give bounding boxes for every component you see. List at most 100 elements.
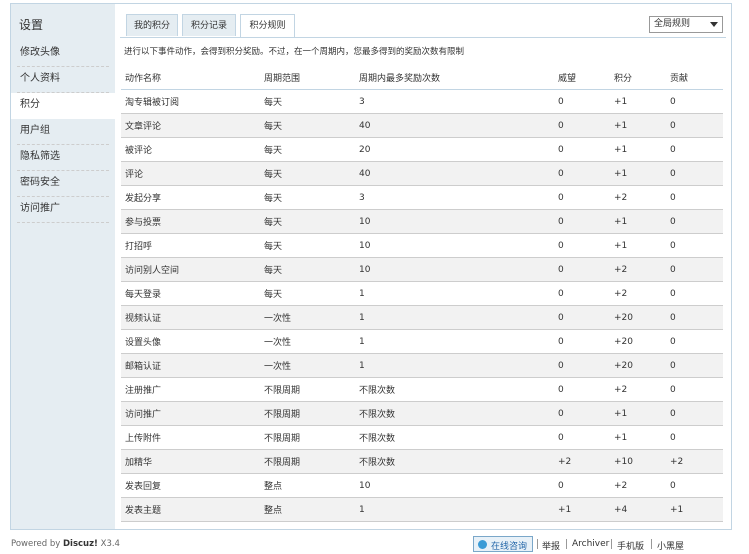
table-cell: 1 — [355, 281, 554, 306]
table-cell: 0 — [666, 281, 723, 306]
table-cell: 10 — [355, 257, 554, 282]
table-cell: 不限周期 — [260, 425, 355, 450]
table-cell: 每天登录 — [121, 281, 260, 306]
tab-my-credits[interactable]: 我的积分 — [126, 14, 178, 36]
sidebar-item[interactable]: 用户组 — [11, 119, 115, 145]
table-cell: 0 — [554, 425, 610, 450]
table-cell: +1 — [610, 89, 666, 114]
sidebar-item[interactable]: 密码安全 — [11, 171, 115, 197]
table-cell: 1 — [355, 353, 554, 378]
column-header: 周期内最多奖励次数 — [355, 65, 554, 90]
table-cell: +20 — [610, 329, 666, 354]
table-cell: +1 — [610, 401, 666, 426]
table-cell: 0 — [666, 257, 723, 282]
table-cell: 40 — [355, 161, 554, 186]
rule-scope-select[interactable]: 全局规则 — [649, 16, 723, 33]
chevron-down-icon — [710, 22, 718, 27]
table-cell: +2 — [554, 449, 610, 474]
table-cell: 0 — [554, 89, 610, 114]
table-row: 参与投票 每天 10 0 +1 0 — [121, 209, 723, 234]
archiver-link[interactable]: Archiver — [572, 539, 609, 549]
table-row: 注册推广 不限周期 不限次数 0 +2 0 — [121, 377, 723, 402]
table-cell: +1 — [610, 233, 666, 258]
table-row: 视频认证 一次性 1 0 +20 0 — [121, 305, 723, 330]
table-cell: 不限次数 — [355, 449, 554, 474]
table-cell: 10 — [355, 473, 554, 498]
table-cell: +1 — [554, 497, 610, 522]
table-cell: 评论 — [121, 161, 260, 186]
table-cell: +10 — [610, 449, 666, 474]
powered-prefix: Powered by — [11, 539, 63, 549]
table-cell: 0 — [554, 377, 610, 402]
table-cell: 40 — [355, 113, 554, 138]
table-cell: 0 — [554, 209, 610, 234]
table-row: 评论 每天 40 0 +1 0 — [121, 161, 723, 186]
sidebar-item[interactable]: 积分 — [11, 93, 115, 119]
sidebar-title: 设置 — [19, 18, 44, 32]
table-cell: 每天 — [260, 209, 355, 234]
column-header: 周期范围 — [260, 65, 355, 90]
table-cell: 一次性 — [260, 329, 355, 354]
credit-rules-table: 动作名称 周期范围 周期内最多奖励次数 威望 积分 贡献 淘专辑被订阅 每天 3 0 +1 0 文章评… — [121, 65, 723, 522]
table-cell: 每天 — [260, 161, 355, 186]
link-divider — [611, 539, 612, 549]
sidebar-item[interactable]: 个人资料 — [11, 67, 115, 93]
table-cell: 每天 — [260, 113, 355, 138]
table-cell: 0 — [554, 113, 610, 138]
online-consult-button[interactable]: 在线咨询 — [473, 536, 533, 552]
table-cell: +1 — [610, 209, 666, 234]
table-cell: 加精华 — [121, 449, 260, 474]
table-cell: 0 — [666, 353, 723, 378]
table-row: 被评论 每天 20 0 +1 0 — [121, 137, 723, 162]
table-cell: +1 — [610, 137, 666, 162]
tab-credit-log[interactable]: 积分记录 — [182, 14, 236, 36]
powered-brand[interactable]: Discuz! — [63, 539, 98, 549]
table-row: 邮箱认证 一次性 1 0 +20 0 — [121, 353, 723, 378]
link-divider — [651, 539, 652, 549]
sidebar-item[interactable]: 修改头像 — [11, 41, 115, 67]
sidebar-item-label: 积分 — [20, 99, 40, 110]
sidebar-item-label: 用户组 — [20, 125, 50, 136]
table-cell: 邮箱认证 — [121, 353, 260, 378]
table-cell: 10 — [355, 209, 554, 234]
sidebar-item[interactable]: 访问推广 — [11, 197, 115, 223]
table-cell: 不限次数 — [355, 401, 554, 426]
mobile-link[interactable]: 手机版 — [617, 539, 644, 552]
table-cell: 每天 — [260, 137, 355, 162]
table-cell: +1 — [610, 161, 666, 186]
table-cell: 发起分享 — [121, 185, 260, 210]
table-cell: 0 — [666, 473, 723, 498]
table-row: 文章评论 每天 40 0 +1 0 — [121, 113, 723, 138]
table-cell: +2 — [610, 257, 666, 282]
table-cell: 0 — [554, 281, 610, 306]
sidebar-item[interactable]: 隐私筛选 — [11, 145, 115, 171]
rules-note: 进行以下事件动作，会得到积分奖励。不过，在一个周期内，您最多得到的奖励次数有限制 — [124, 47, 465, 57]
table-cell: 每天 — [260, 89, 355, 114]
online-consult-label: 在线咨询 — [491, 542, 528, 552]
table-row: 发表主题 整点 1 +1 +4 +1 — [121, 497, 723, 522]
table-cell: 10 — [355, 233, 554, 258]
table-row: 打招呼 每天 10 0 +1 0 — [121, 233, 723, 258]
table-cell: 访问别人空间 — [121, 257, 260, 282]
table-cell: 上传附件 — [121, 425, 260, 450]
rule-scope-value: 全局规则 — [654, 19, 691, 29]
link-divider — [537, 539, 538, 549]
table-cell: 打招呼 — [121, 233, 260, 258]
footer-powered: Powered by Discuz! X3.4 — [11, 539, 120, 549]
table-cell: 0 — [666, 401, 723, 426]
table-header-row: 动作名称 周期范围 周期内最多奖励次数 威望 积分 贡献 — [121, 65, 723, 90]
table-cell: 0 — [554, 329, 610, 354]
table-cell: 不限周期 — [260, 401, 355, 426]
report-link[interactable]: 举报 — [542, 539, 560, 552]
table-cell: 整点 — [260, 497, 355, 522]
blacklist-link[interactable]: 小黑屋 — [657, 539, 684, 552]
powered-version: X3.4 — [97, 539, 120, 549]
tab-credit-rules[interactable]: 积分规则 — [240, 14, 295, 38]
table-cell: 1 — [355, 329, 554, 354]
table-cell: 20 — [355, 137, 554, 162]
sidebar: 设置 修改头像 个人资料积分用户组隐私筛选 密码安全 访问推广 — [11, 4, 115, 529]
chat-icon — [478, 540, 487, 549]
column-header: 贡献 — [666, 65, 723, 90]
table-cell: 淘专辑被订阅 — [121, 89, 260, 114]
table-row: 设置头像 一次性 1 0 +20 0 — [121, 329, 723, 354]
